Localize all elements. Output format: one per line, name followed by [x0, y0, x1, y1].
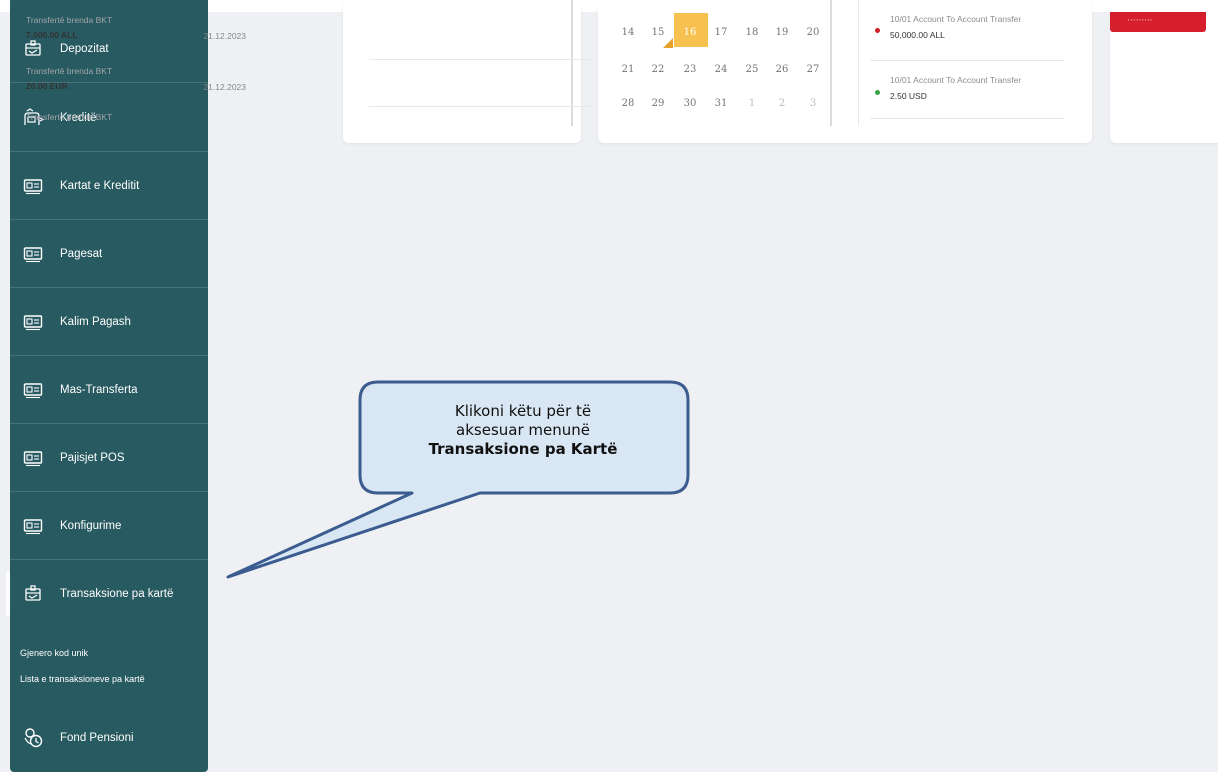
transfer-date: 21.12.2023 — [203, 82, 246, 92]
calendar-day[interactable]: 28 — [616, 98, 640, 109]
activity-item[interactable]: 10/01 Account To Account Transfer 50,000… — [890, 14, 1021, 40]
sidebar-item-label: Konfigurime — [60, 519, 122, 532]
card-icon — [22, 312, 44, 332]
activity-amount: 2.50 USD — [890, 91, 927, 101]
calendar-day[interactable]: 24 — [709, 64, 733, 75]
transfer-date: 21.12.2023 — [203, 31, 246, 41]
sidebar-item-label: Pajisjet POS — [60, 451, 125, 464]
calendar-day[interactable]: 30 — [678, 98, 702, 109]
brand-banner-text: ▪ ▪ ▪ ▪ ▪ ▪ ▪ ▪ ▪ — [1128, 18, 1153, 22]
calendar-day[interactable]: 25 — [740, 64, 764, 75]
subitem-lista-transaksioneve[interactable]: Lista e transaksioneve pa kartë — [20, 674, 145, 684]
pension-icon — [22, 728, 44, 748]
deposit-icon — [22, 584, 44, 604]
calendar-day[interactable]: 31 — [709, 98, 733, 109]
deposit-icon — [22, 39, 44, 59]
divider — [369, 106, 591, 107]
card-icon — [22, 244, 44, 264]
sidebar-item-fond-pensioni[interactable]: Fond Pensioni — [10, 704, 208, 772]
sidebar-item-label: Transaksione pa kartë — [60, 588, 174, 600]
sidebar-item-label: Depozitat — [60, 42, 109, 55]
activity-amount: 50,000.00 ALL — [890, 30, 945, 40]
calendar-day[interactable]: 23 — [678, 64, 702, 75]
calendar-day[interactable]: 21 — [616, 64, 640, 75]
sidebar-item-kalim-pagash[interactable]: Kalim Pagash — [10, 288, 208, 356]
brand-banner[interactable]: ▪ ▪ ▪ ▪ ▪ ▪ ▪ ▪ ▪ — [1110, 12, 1206, 32]
activity-title: 10/01 Account To Account Transfer — [890, 75, 1022, 85]
calendar-day[interactable]: 14 — [616, 27, 640, 38]
callout-line-bold: Transaksione pa Kartë — [428, 440, 618, 458]
card-icon — [22, 516, 44, 536]
card-icon — [22, 176, 44, 196]
divider — [870, 60, 1064, 61]
calendar-day[interactable]: 26 — [770, 64, 794, 75]
calendar-day-selected[interactable]: 16 — [678, 27, 702, 38]
sidebar-item-transaksione-pa-karte[interactable]: Transaksione pa kartë — [10, 560, 208, 628]
sidebar-item-pajisjet-pos[interactable]: Pajisjet POS — [10, 424, 208, 492]
calendar-day[interactable]: 22 — [646, 64, 670, 75]
subitem-gjenero-kod-unik[interactable]: Gjenero kod unik — [20, 648, 88, 658]
status-dot-green — [875, 90, 880, 95]
calendar-day[interactable]: 19 — [770, 27, 794, 38]
divider — [369, 59, 591, 60]
card-icon — [22, 380, 44, 400]
calendar-day-next-month[interactable]: 1 — [740, 98, 764, 109]
activity-item[interactable]: 10/01 Account To Account Transfer 2.50 U… — [890, 75, 1021, 101]
sidebar-item-label: Pagesat — [60, 247, 103, 260]
sidebar-item-mas-transferta[interactable]: Mas-Transferta — [10, 356, 208, 424]
activity-title: 10/01 Account To Account Transfer — [890, 14, 1022, 24]
calendar-day-next-month[interactable]: 2 — [770, 98, 794, 109]
sidebar-item-label: Kartat e Kreditit — [60, 179, 140, 192]
transfer-label: Transfertë brenda BKT — [26, 112, 113, 122]
calendar-day-marker — [663, 38, 673, 48]
transfer-row[interactable]: Transfertë brenda BKT — [26, 112, 246, 122]
sidebar-item-label: Mas-Transferta — [60, 383, 138, 396]
calendar-day[interactable]: 18 — [740, 27, 764, 38]
calendar-day[interactable]: 27 — [801, 64, 825, 75]
callout-text: Klikoni këtu për të aksesuar menunë Tran… — [360, 402, 686, 459]
callout-line: Klikoni këtu për të — [454, 402, 592, 420]
sidebar-item-pagesat[interactable]: Pagesat — [10, 220, 208, 288]
card-icon — [22, 448, 44, 468]
calendar-day-next-month[interactable]: 3 — [801, 98, 825, 109]
calendar-day[interactable]: 17 — [709, 27, 733, 38]
sidebar-item-label: Kalim Pagash — [60, 315, 131, 328]
transfer-row[interactable]: Transfertë brenda BKT 20.00 EUR 21.12.20… — [26, 66, 246, 92]
calendar-day[interactable]: 29 — [646, 98, 670, 109]
transfer-row[interactable]: Transfertë brenda BKT 7,000.00 ALL 21.12… — [26, 15, 246, 41]
status-dot-red — [875, 28, 880, 33]
transfers-scrollbar[interactable] — [571, 0, 573, 126]
calendar-day[interactable]: 20 — [801, 27, 825, 38]
sidebar-item-label: Fond Pensioni — [60, 732, 134, 744]
callout-line: aksesuar menunë — [456, 421, 590, 439]
sidebar-item-kartat-e-kreditit[interactable]: Kartat e Kreditit — [10, 152, 208, 220]
transfers-card — [343, 0, 581, 143]
sidebar-item-konfigurime[interactable]: Konfigurime — [10, 492, 208, 560]
transfer-label: Transfertë brenda BKT — [26, 66, 113, 76]
calendar-day[interactable]: 15 — [646, 27, 670, 38]
transfer-label: Transfertë brenda BKT — [26, 15, 113, 25]
divider — [870, 118, 1064, 119]
calendar-scrollbar[interactable] — [830, 0, 832, 126]
